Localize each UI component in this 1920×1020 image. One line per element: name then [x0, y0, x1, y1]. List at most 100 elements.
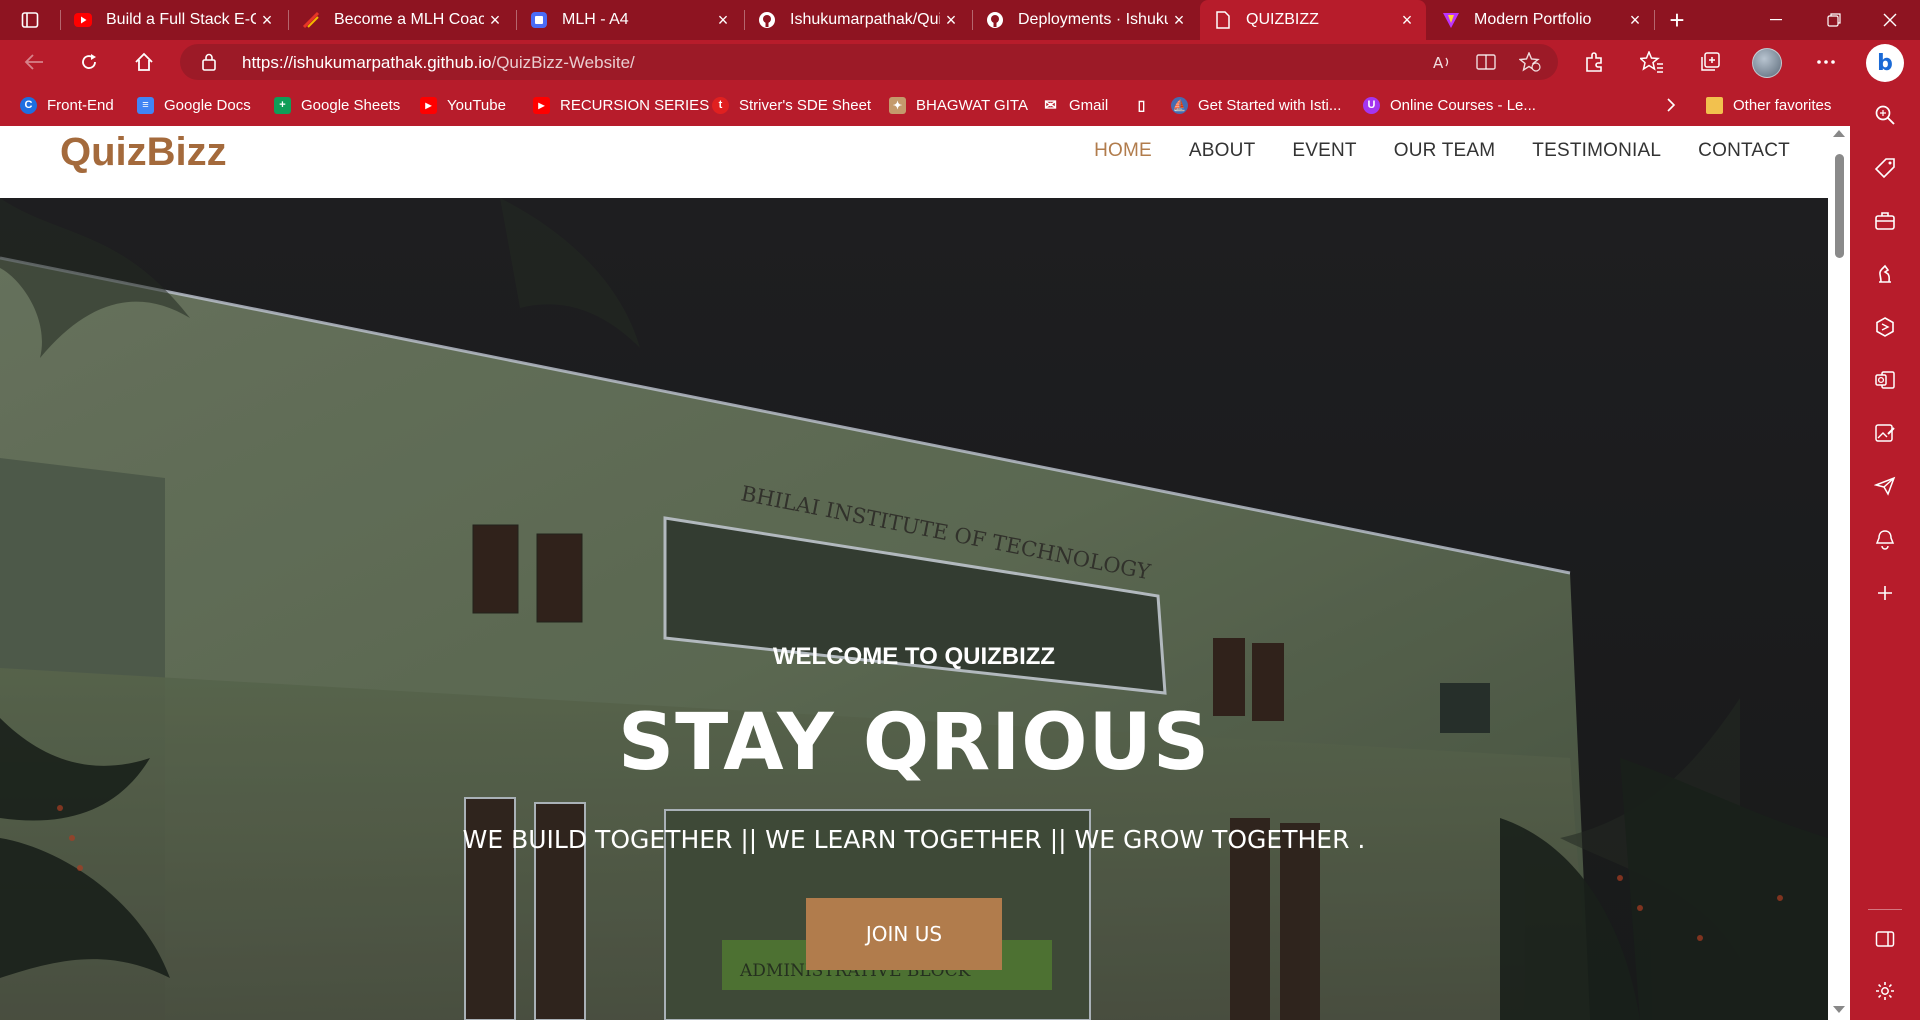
close-icon[interactable]: ×: [256, 9, 278, 31]
favorite-istio[interactable]: ⛵ Get Started with Isti...: [1171, 94, 1341, 116]
more-options-icon[interactable]: [1810, 48, 1842, 76]
youtube-icon: ▶: [533, 96, 550, 114]
tab-quizbizz[interactable]: QUIZBIZZ ×: [1200, 0, 1426, 40]
nav-testimonial[interactable]: TESTIMONIAL: [1532, 140, 1661, 162]
favorite-front-end[interactable]: C Front-End: [20, 94, 114, 116]
favorite-label: RECURSION SERIES: [560, 96, 710, 114]
new-tab-button[interactable]: +: [1662, 5, 1692, 35]
gita-icon: ✦: [889, 96, 906, 114]
nav-contact[interactable]: CONTACT: [1698, 140, 1790, 162]
site-logo[interactable]: QuizBizz: [60, 130, 227, 175]
tab-github-repo[interactable]: Ishukumarpathak/Qui ×: [744, 0, 970, 40]
profile-avatar[interactable]: [1752, 48, 1782, 78]
tab-label: MLH - A4: [562, 11, 629, 28]
close-icon[interactable]: ×: [1168, 9, 1190, 31]
favorite-label: Front-End: [47, 96, 114, 114]
scroll-down-arrow-icon[interactable]: [1833, 1006, 1845, 1013]
close-icon[interactable]: ×: [712, 9, 734, 31]
udemy-icon: U: [1363, 96, 1380, 114]
tab-actions-icon[interactable]: [12, 8, 48, 32]
folder-icon: [1706, 96, 1723, 114]
url-text[interactable]: https://ishukumarpathak.github.io/QuizBi…: [242, 53, 635, 73]
hide-sidebar-icon[interactable]: [1872, 926, 1898, 952]
mlh-icon: [302, 11, 320, 29]
outlook-icon[interactable]: [1872, 367, 1898, 393]
nav-our-team[interactable]: OUR TEAM: [1394, 140, 1496, 162]
nav-home[interactable]: HOME: [1094, 140, 1152, 162]
sidebar-separator: [1868, 909, 1902, 910]
favorites-icon[interactable]: [1636, 48, 1668, 76]
microsoft-365-icon[interactable]: [1872, 314, 1898, 340]
other-favorites-label: Other favorites: [1733, 96, 1832, 114]
scroll-up-arrow-icon[interactable]: [1833, 130, 1845, 137]
favorite-label: Google Sheets: [301, 96, 401, 114]
tab-build-full-stack[interactable]: Build a Full Stack E-Co ×: [60, 0, 286, 40]
hero-welcome-text: WELCOME TO QUIZBIZZ: [772, 643, 1056, 670]
lock-icon[interactable]: [202, 53, 216, 76]
chevron-right-icon[interactable]: [1660, 94, 1682, 116]
close-icon[interactable]: ×: [1624, 9, 1646, 31]
gmail-icon: ✉: [1044, 97, 1057, 114]
favorite-gmail[interactable]: ✉ Gmail: [1042, 94, 1108, 116]
nav-event[interactable]: EVENT: [1292, 140, 1356, 162]
vite-icon: [1442, 11, 1460, 29]
home-icon[interactable]: [128, 48, 160, 76]
tag-icon[interactable]: [1872, 155, 1898, 181]
read-aloud-icon[interactable]: A: [1428, 50, 1456, 74]
tab-mlh-a4[interactable]: MLH - A4 ×: [516, 0, 742, 40]
tab-deployments[interactable]: Deployments · Ishukur ×: [972, 0, 1198, 40]
document-icon: [530, 11, 548, 29]
bing-copilot-icon[interactable]: b: [1866, 44, 1904, 82]
games-icon[interactable]: [1872, 261, 1898, 287]
close-icon[interactable]: ×: [1396, 9, 1418, 31]
favorite-page[interactable]: ▯: [1133, 94, 1160, 116]
nav-about[interactable]: ABOUT: [1189, 140, 1255, 162]
github-icon: [986, 11, 1004, 29]
favorite-online-courses[interactable]: U Online Courses - Le...: [1363, 94, 1536, 116]
window-close-icon[interactable]: [1862, 0, 1918, 40]
page-scrollbar[interactable]: [1828, 126, 1850, 1020]
settings-gear-icon[interactable]: [1872, 978, 1898, 1004]
extensions-icon[interactable]: [1578, 48, 1610, 76]
c-icon: C: [20, 96, 37, 114]
tab-label: Ishukumarpathak/Qui: [790, 11, 940, 28]
image-creator-icon[interactable]: [1872, 420, 1898, 446]
hero-tagline: WE BUILD TOGETHER || WE LEARN TOGETHER |…: [462, 825, 1366, 854]
other-favorites[interactable]: Other favorites: [1706, 94, 1831, 116]
tab-modern-portfolio[interactable]: Modern Portfolio ×: [1428, 0, 1654, 40]
tools-briefcase-icon[interactable]: [1872, 208, 1898, 234]
notification-bell-icon[interactable]: [1872, 526, 1898, 552]
join-us-button[interactable]: JOIN US: [806, 898, 1002, 970]
github-icon: [758, 11, 776, 29]
favorite-strivers-sde-sheet[interactable]: t Striver's SDE Sheet: [712, 94, 871, 116]
favorite-youtube[interactable]: ▶ YouTube: [420, 94, 506, 116]
favorite-bhagwat-gita[interactable]: ✦ BHAGWAT GITA: [889, 94, 1028, 116]
svg-text:A: A: [1433, 54, 1444, 71]
edge-sidebar: [1850, 84, 1920, 1020]
hero-headline: STAY QRIOUS: [617, 698, 1211, 788]
restore-icon[interactable]: [1806, 0, 1862, 40]
tab-mlh-coach[interactable]: Become a MLH Coach ×: [288, 0, 514, 40]
close-icon[interactable]: ×: [940, 9, 962, 31]
search-icon[interactable]: [1872, 102, 1898, 128]
add-favorite-icon[interactable]: [1516, 50, 1544, 74]
favorite-label: Gmail: [1069, 96, 1109, 114]
minimize-icon[interactable]: [1748, 0, 1804, 40]
hero-overlay: [0, 198, 1828, 1020]
add-icon[interactable]: [1872, 580, 1898, 606]
favorite-recursion-series[interactable]: ▶ RECURSION SERIES: [533, 94, 709, 116]
tab-label: Become a MLH Coach: [334, 11, 484, 28]
favorite-google-sheets[interactable]: + Google Sheets: [274, 94, 400, 116]
page-icon: ▯: [1137, 96, 1146, 113]
back-arrow-icon[interactable]: [18, 48, 50, 76]
address-bar[interactable]: https://ishukumarpathak.github.io/QuizBi…: [180, 44, 1558, 80]
favorite-google-docs[interactable]: ≡ Google Docs: [137, 94, 251, 116]
send-icon[interactable]: [1872, 473, 1898, 499]
immersive-reader-icon[interactable]: [1472, 50, 1500, 74]
favorite-label: BHAGWAT GITA: [916, 96, 1028, 114]
scroll-thumb[interactable]: [1835, 154, 1844, 258]
close-icon[interactable]: ×: [484, 9, 506, 31]
refresh-icon[interactable]: [73, 48, 105, 76]
favorite-label: Get Started with Isti...: [1198, 96, 1342, 114]
collections-icon[interactable]: [1694, 48, 1726, 76]
